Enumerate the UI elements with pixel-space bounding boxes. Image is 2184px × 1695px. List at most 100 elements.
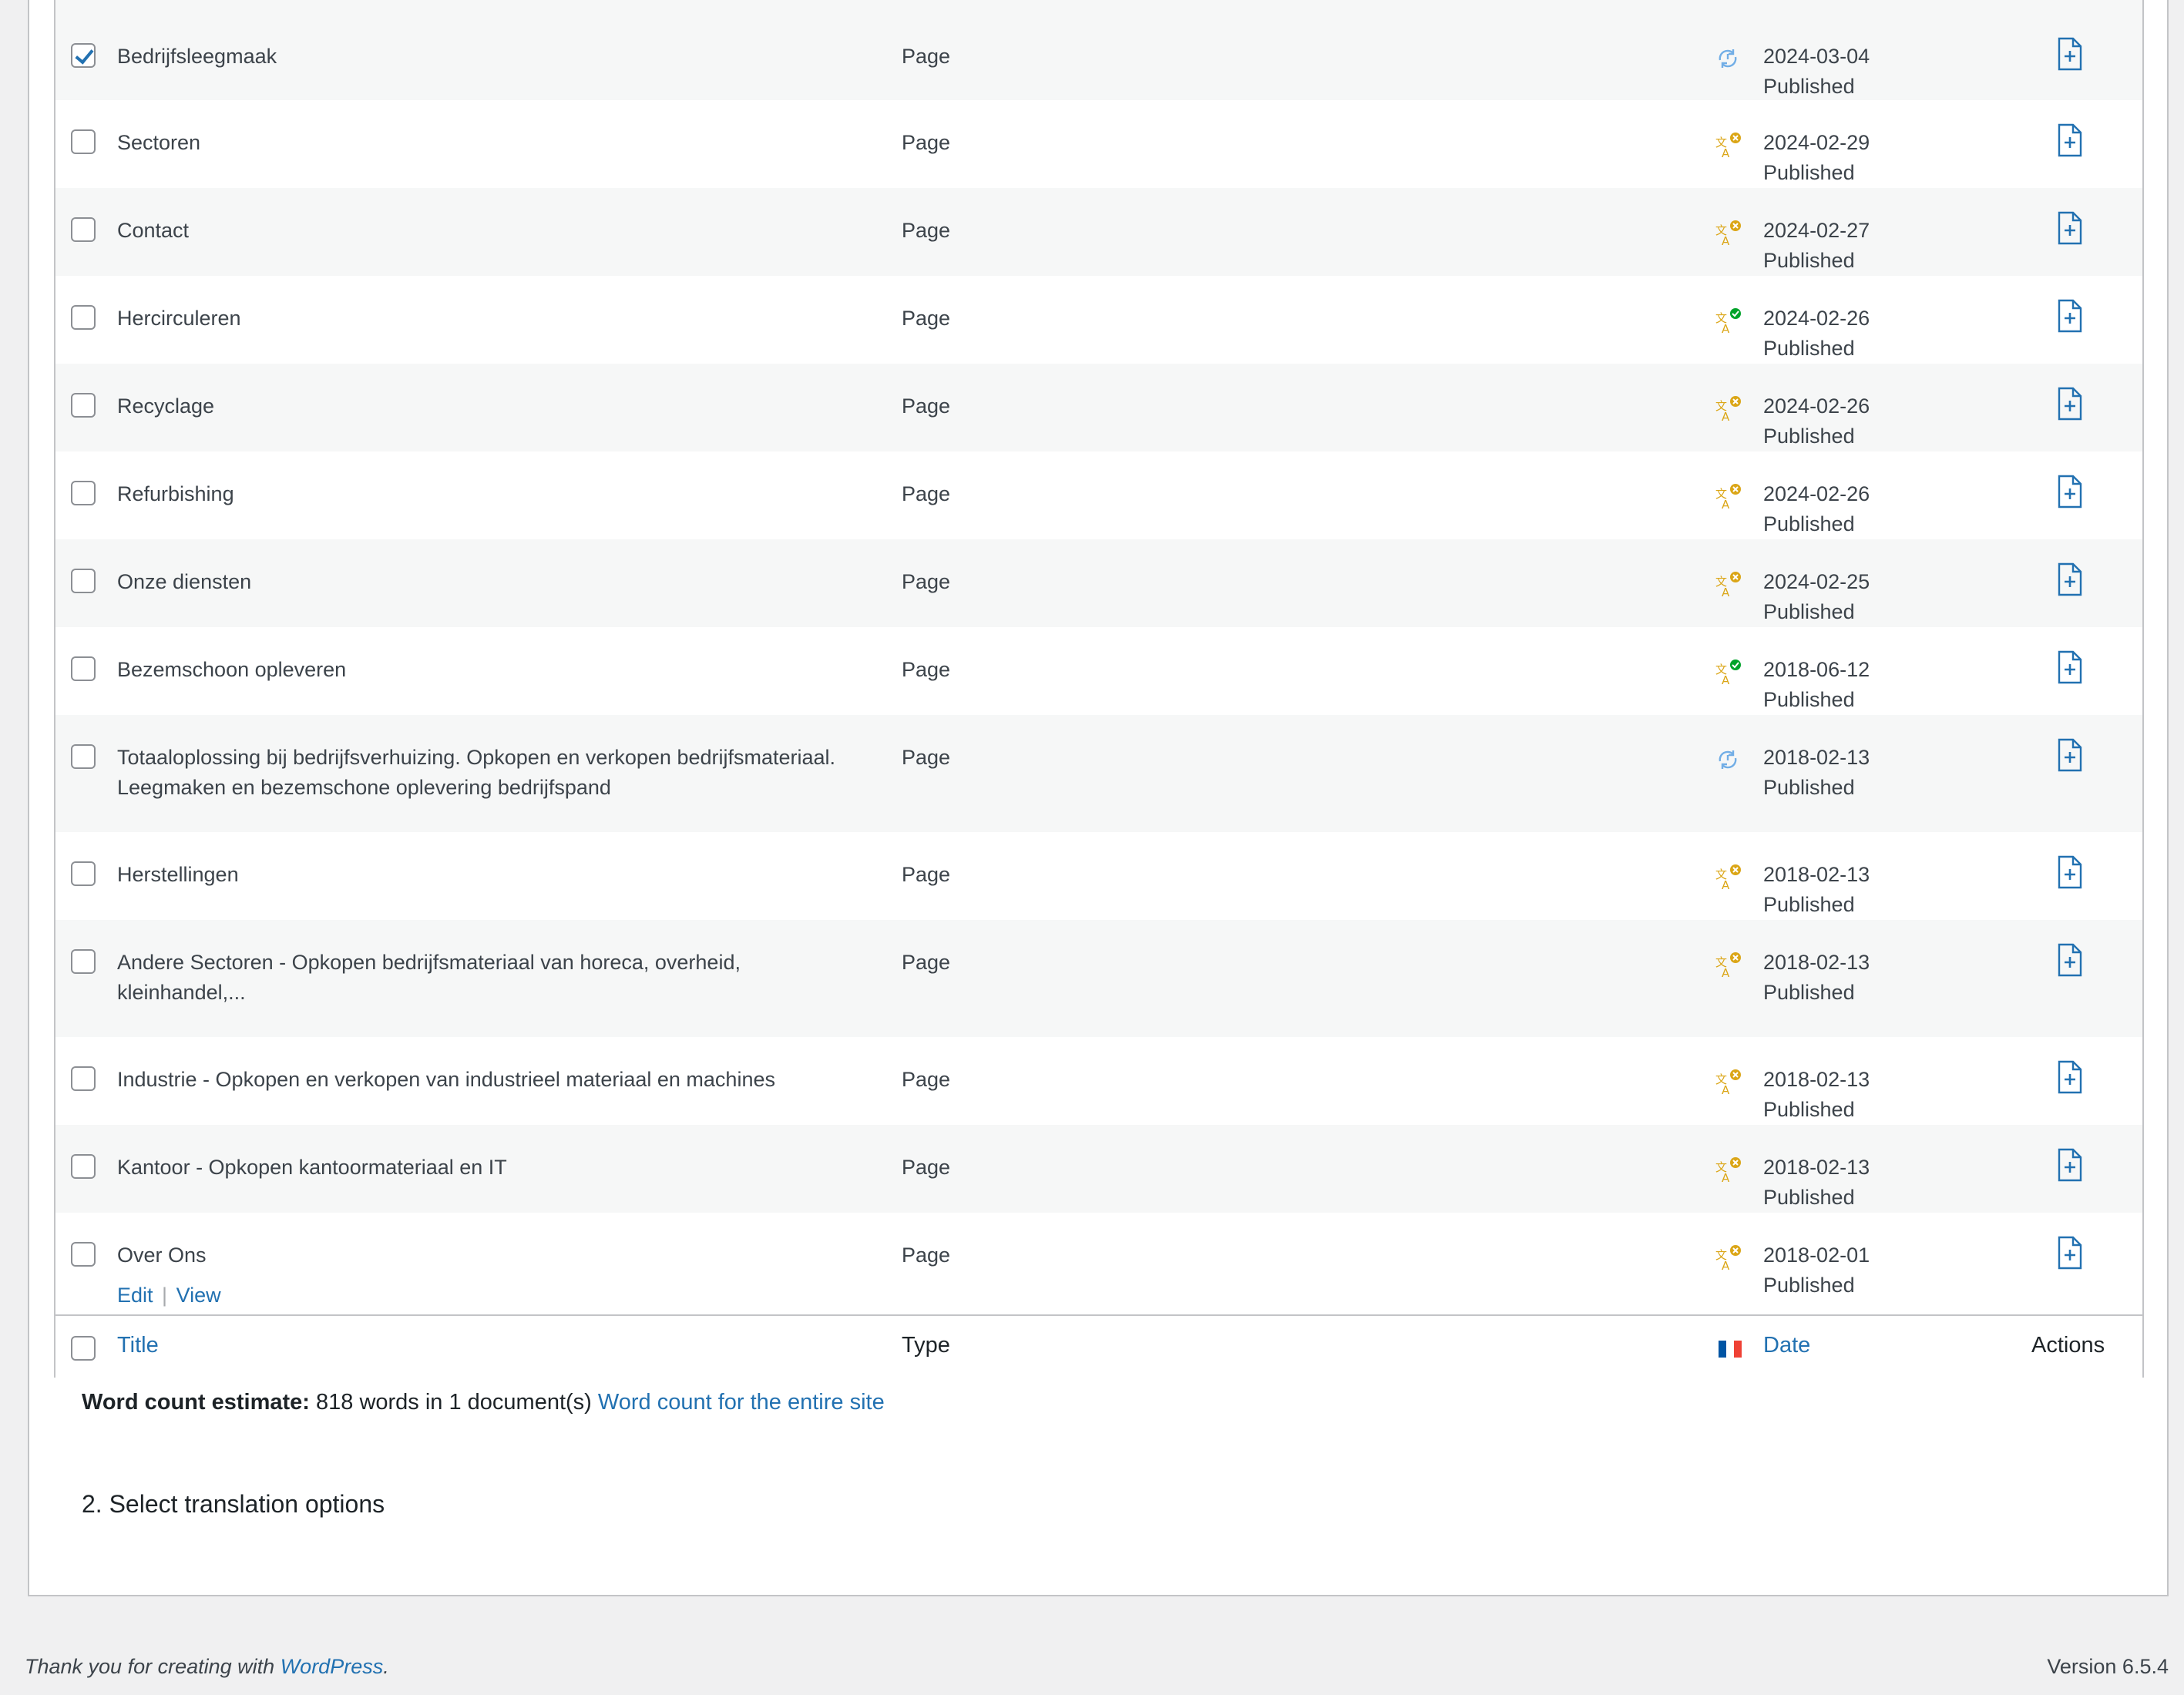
table-row: Contact Page 文A 2024-02-27 Published (55, 188, 2142, 276)
row-title: Refurbishing (117, 479, 903, 509)
row-title-line1: Kantoor - Opkopen kantoormateriaal en IT (117, 1156, 507, 1179)
row-checkbox[interactable] (71, 1242, 96, 1267)
row-title-line1: Totaaloplossing bij bedrijfsverhuizing. … (117, 746, 836, 769)
add-translation-icon[interactable] (2056, 738, 2084, 772)
svg-text:A: A (1722, 498, 1730, 510)
row-date: 2018-02-13 (1763, 863, 1870, 886)
row-date: 2024-02-25 (1763, 570, 1870, 593)
add-translation-icon[interactable] (2056, 943, 2084, 977)
row-checkbox[interactable] (71, 861, 96, 886)
add-translation-icon[interactable] (2056, 562, 2084, 596)
translation-missing-icon[interactable]: 文A (1714, 951, 1742, 980)
row-title-line1: Herstellingen (117, 863, 239, 886)
row-status: Published (1763, 1098, 1855, 1121)
needs-update-icon[interactable] (1714, 45, 1742, 72)
row-status: Published (1763, 75, 1855, 98)
translation-missing-icon[interactable]: 文A (1714, 131, 1742, 160)
table-row: Over Ons Page 文A 2018-02-01 Published (55, 1213, 2142, 1302)
row-checkbox[interactable] (71, 305, 96, 330)
row-checkbox[interactable] (71, 217, 96, 242)
row-title: Bedrijfsleegmaak (117, 42, 903, 72)
add-translation-icon[interactable] (2056, 37, 2084, 71)
row-actions: Edit | View (117, 1284, 221, 1307)
table-row: Bezemschoon opleveren Page 文A 2018-06-12… (55, 627, 2142, 715)
row-checkbox[interactable] (71, 43, 96, 68)
row-title-line1: Over Ons (117, 1244, 207, 1267)
row-type: Page (902, 951, 951, 974)
row-title: Contact (117, 216, 903, 246)
translation-missing-icon[interactable]: 文A (1714, 570, 1742, 599)
row-checkbox[interactable] (71, 481, 96, 505)
add-translation-icon[interactable] (2056, 475, 2084, 509)
svg-text:A: A (1722, 1083, 1730, 1096)
translation-complete-icon[interactable]: 文A (1714, 307, 1742, 336)
add-translation-icon[interactable] (2056, 299, 2084, 333)
add-translation-icon[interactable] (2056, 1148, 2084, 1182)
translation-missing-icon[interactable]: 文A (1714, 394, 1742, 424)
column-type: Type (902, 1333, 950, 1358)
select-all-checkbox[interactable] (71, 1336, 96, 1361)
add-translation-icon[interactable] (2056, 211, 2084, 245)
row-title: Sectoren (117, 128, 903, 158)
edit-link[interactable]: Edit (117, 1284, 153, 1307)
svg-text:A: A (1722, 586, 1730, 598)
add-translation-icon[interactable] (2056, 1236, 2084, 1270)
table-row: Kantoor - Opkopen kantoormateriaal en IT… (55, 1125, 2142, 1213)
translation-missing-icon[interactable]: 文A (1714, 1068, 1742, 1097)
row-date: 2024-03-04 (1763, 45, 1870, 68)
row-checkbox[interactable] (71, 744, 96, 769)
svg-text:A: A (1722, 410, 1730, 422)
row-title-line1: Bedrijfsleegmaak (117, 45, 277, 68)
translation-missing-icon[interactable]: 文A (1714, 482, 1742, 512)
french-flag-icon (1719, 1341, 1742, 1358)
add-translation-icon[interactable] (2056, 855, 2084, 889)
row-type: Page (902, 1068, 951, 1091)
row-title: Over Ons (117, 1240, 903, 1270)
table-row: Andere Sectoren - Opkopen bedrijfsmateri… (55, 920, 2142, 1037)
row-checkbox[interactable] (71, 393, 96, 418)
column-title-sort[interactable]: Title (117, 1333, 159, 1358)
row-title-line2: Leegmaken en bezemschone oplevering bedr… (117, 776, 611, 799)
view-link[interactable]: View (176, 1284, 221, 1307)
row-date: 2018-02-01 (1763, 1244, 1870, 1267)
row-checkbox[interactable] (71, 1066, 96, 1091)
translation-missing-icon[interactable]: 文A (1714, 219, 1742, 248)
row-status: Published (1763, 512, 1855, 535)
row-checkbox[interactable] (71, 129, 96, 154)
row-checkbox[interactable] (71, 569, 96, 593)
translation-complete-icon[interactable]: 文A (1714, 658, 1742, 687)
table-row: Hercirculeren Page 文A 2024-02-26 Publish… (55, 276, 2142, 364)
row-title: Onze diensten (117, 567, 903, 597)
row-title: Bezemschoon opleveren (117, 655, 903, 685)
row-title-line2: kleinhandel,... (117, 981, 246, 1004)
svg-text:A: A (1722, 146, 1730, 159)
row-status: Published (1763, 1274, 1855, 1297)
wordpress-link[interactable]: WordPress (281, 1655, 384, 1678)
needs-update-icon[interactable] (1714, 746, 1742, 774)
add-translation-icon[interactable] (2056, 387, 2084, 421)
translation-missing-icon[interactable]: 文A (1714, 863, 1742, 892)
svg-text:A: A (1722, 234, 1730, 247)
word-count-entire-site-link[interactable]: Word count for the entire site (598, 1390, 885, 1415)
row-type: Page (902, 1244, 951, 1267)
row-checkbox[interactable] (71, 1154, 96, 1179)
row-type: Page (902, 658, 951, 681)
row-title: Industrie - Opkopen en verkopen van indu… (117, 1065, 903, 1095)
add-translation-icon[interactable] (2056, 123, 2084, 157)
row-title: Kantoor - Opkopen kantoormateriaal en IT (117, 1153, 903, 1183)
row-title: Totaaloplossing bij bedrijfsverhuizing. … (117, 743, 903, 803)
add-translation-icon[interactable] (2056, 1060, 2084, 1094)
word-count-estimate: Word count estimate: 818 words in 1 docu… (82, 1390, 885, 1415)
column-date-sort[interactable]: Date (1763, 1333, 1810, 1358)
translation-missing-icon[interactable]: 文A (1714, 1244, 1742, 1273)
table-row: Industrie - Opkopen en verkopen van indu… (55, 1037, 2142, 1125)
row-title-line1: Onze diensten (117, 570, 252, 593)
row-date: 2018-02-13 (1763, 1068, 1870, 1091)
row-checkbox[interactable] (71, 949, 96, 974)
row-status: Published (1763, 425, 1855, 448)
translation-missing-icon[interactable]: 文A (1714, 1156, 1742, 1185)
row-actions-separator: | (162, 1284, 168, 1307)
row-checkbox[interactable] (71, 656, 96, 681)
add-translation-icon[interactable] (2056, 650, 2084, 684)
row-type: Page (902, 863, 951, 886)
